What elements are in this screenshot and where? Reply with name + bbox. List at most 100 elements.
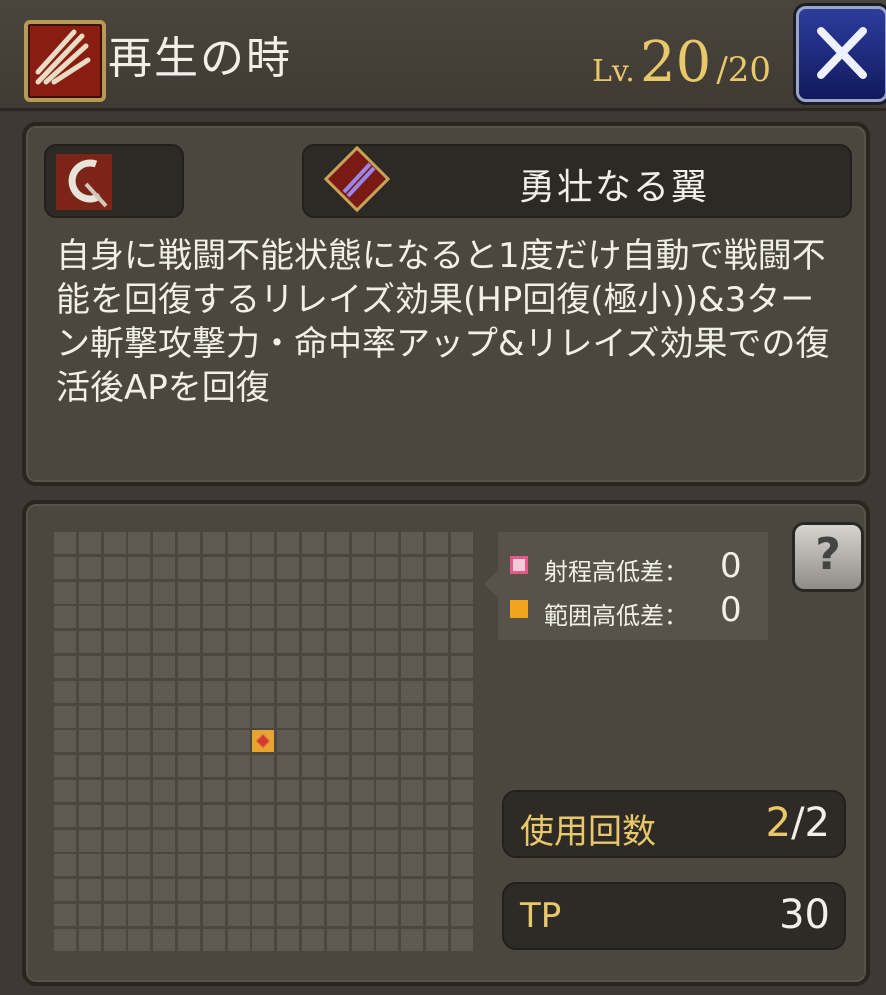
grid-cell (351, 804, 374, 827)
grid-cell (351, 705, 374, 728)
grid-cell (54, 655, 76, 678)
grid-cell (153, 606, 176, 629)
grid-cell (401, 655, 424, 678)
grid-cell (153, 755, 176, 778)
grid-cell (202, 928, 225, 951)
grid-cell (177, 680, 200, 703)
equipment-slot[interactable]: 勇壮なる翼 (302, 144, 852, 218)
grid-cell (177, 631, 200, 654)
grid-cell (227, 730, 250, 753)
grid-cell (153, 779, 176, 802)
grid-cell (227, 581, 250, 604)
close-button[interactable] (796, 6, 886, 102)
grid-cell (227, 532, 250, 554)
grid-cell (376, 680, 399, 703)
grid-cell (177, 655, 200, 678)
grid-cell (54, 705, 76, 728)
grid-cell (376, 606, 399, 629)
grid-cell (326, 705, 349, 728)
level-display: Lv. 20 /20 (592, 30, 771, 95)
grid-cell (301, 804, 324, 827)
grid-cell (326, 928, 349, 951)
grid-cell (153, 804, 176, 827)
grid-cell (153, 631, 176, 654)
grid-cell (227, 779, 250, 802)
grid-cell (425, 556, 448, 579)
grid-cell (401, 829, 424, 852)
grid-cell (450, 779, 473, 802)
grid-cell (202, 829, 225, 852)
grid-cell (128, 532, 151, 554)
grid-cell (177, 705, 200, 728)
equipment-name: 勇壮なる翼 (518, 167, 709, 208)
grid-cell (326, 680, 349, 703)
grid-cell (177, 556, 200, 579)
grid-cell (401, 532, 424, 554)
grid-cell (177, 854, 200, 877)
grid-cell (277, 854, 300, 877)
grid-cell (425, 730, 448, 753)
grid-cell (376, 655, 399, 678)
grid-cell (351, 829, 374, 852)
grid-cell (153, 730, 176, 753)
grid-cell (401, 705, 424, 728)
grid-cell (326, 879, 349, 902)
grid-cell (351, 903, 374, 926)
grid-cell (401, 779, 424, 802)
grid-cell (103, 854, 126, 877)
grid-cell (351, 730, 374, 753)
grid-cell (128, 903, 151, 926)
help-button[interactable]: ? (792, 522, 864, 592)
uses-max: /2 (791, 800, 830, 846)
grid-cell (78, 829, 101, 852)
grid-cell (103, 779, 126, 802)
grid-cell (326, 532, 349, 554)
grid-cell (202, 581, 225, 604)
grid-cell (177, 532, 200, 554)
grid-cell (425, 680, 448, 703)
grid-cell (177, 755, 200, 778)
header: 再生の時 Lv. 20 /20 (0, 0, 886, 111)
grid-cell (128, 755, 151, 778)
scythe-icon (56, 154, 112, 210)
grid-cell (54, 532, 76, 554)
grid-cell (376, 928, 399, 951)
grid-cell (450, 879, 473, 902)
close-icon (817, 27, 867, 79)
grid-cell (326, 606, 349, 629)
grid-cell (252, 829, 275, 852)
grid-cell (425, 854, 448, 877)
grid-cell (202, 804, 225, 827)
grid-cell (128, 804, 151, 827)
grid-cell (301, 854, 324, 877)
grid-cell (326, 903, 349, 926)
slot-left[interactable] (44, 144, 184, 218)
grid-cell (227, 556, 250, 579)
grid-cell (128, 631, 151, 654)
grid-cell (376, 631, 399, 654)
grid-cell (103, 829, 126, 852)
grid-cell (252, 705, 275, 728)
grid-cell (153, 556, 176, 579)
grid-cell (78, 854, 101, 877)
grid-cell (128, 829, 151, 852)
grid-cell (301, 556, 324, 579)
grid-cell (128, 556, 151, 579)
grid-cell (202, 532, 225, 554)
grid-cell (54, 730, 76, 753)
grid-cell (450, 680, 473, 703)
grid-cell (376, 556, 399, 579)
grid-cell (277, 730, 300, 753)
legend-value: 0 (720, 590, 742, 630)
grid-cell (301, 655, 324, 678)
grid-cell (351, 655, 374, 678)
grid-cell (227, 879, 250, 902)
grid-cell (78, 879, 101, 902)
grid-cell (252, 779, 275, 802)
grid-cell (202, 680, 225, 703)
grid-cell (401, 631, 424, 654)
grid-cell (450, 556, 473, 579)
grid-cell (252, 556, 275, 579)
grid-cell (351, 631, 374, 654)
grid-cell (54, 928, 76, 951)
